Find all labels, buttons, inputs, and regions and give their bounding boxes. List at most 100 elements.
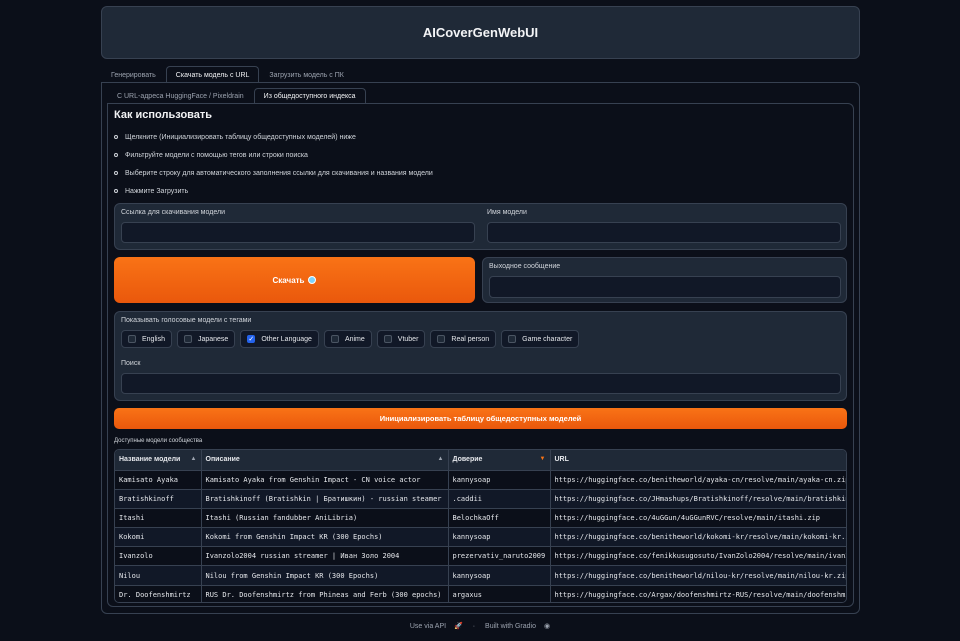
tab-from-url[interactable]: С URL-адреса HuggingFace / Pixeldrain [107, 88, 254, 104]
table-cell[interactable]: Nilou from Genshin Impact KR (300 Epochs… [201, 565, 449, 586]
table-cell[interactable]: https://huggingface.co/Argax/doofenshmir… [550, 585, 846, 602]
howto-steps: Щелкните (Инициализировать таблицу общед… [114, 128, 433, 200]
table-cell[interactable]: argaxus [448, 585, 551, 602]
table-row[interactable]: Dr. Doofenshmirtz RUS Dr. Doofenshmirtz f… [115, 585, 846, 602]
table-cell[interactable]: https://huggingface.co/JHmashups/Bratish… [550, 489, 846, 509]
checkbox-icon[interactable] [128, 335, 136, 343]
table-cell[interactable]: https://huggingface.co/benitheworld/ayak… [550, 470, 846, 490]
table-cell[interactable]: Ivanzolo [115, 546, 202, 567]
table-cell[interactable]: Bratishkinoff (Bratishkin | Братишкин) -… [201, 489, 449, 509]
search-label: Поиск [121, 360, 141, 367]
howto-step: Фильтруйте модели с помощью тегов или ст… [114, 146, 433, 164]
table-row[interactable]: Nilou Nilou from Genshin Impact KR (300 E… [115, 565, 846, 586]
search-input[interactable] [121, 373, 841, 394]
table-cell[interactable]: Kokomi from Genshin Impact KR (300 Epoch… [201, 527, 449, 548]
checkbox-checked-icon[interactable]: ✓ [247, 335, 256, 343]
tag-label: Game character [522, 335, 573, 343]
table-cell[interactable]: Itashi [115, 508, 202, 529]
table-cell[interactable]: kannysoap [448, 565, 551, 586]
tab-upload-pc[interactable]: Загрузить модель с ПК [259, 66, 353, 83]
tag-label: English [142, 335, 165, 343]
bullet-icon [114, 153, 118, 157]
table-cell[interactable]: Ivanzolo2004 russian streamer | Иван Зол… [201, 546, 449, 567]
tag-game-character[interactable]: Game character [501, 330, 580, 348]
table-cell[interactable]: BelochkaOff [448, 508, 551, 529]
table-cell[interactable]: kannysoap [448, 527, 551, 548]
app-title: AICoverGenWebUI [422, 25, 539, 40]
table-row[interactable]: Itashi Itashi (Russian fandubber AniLibri… [115, 508, 846, 529]
init-table-button[interactable]: Инициализировать таблицу общедоступных м… [114, 408, 847, 429]
tag-japanese[interactable]: Japanese [176, 330, 236, 348]
tab-download-url[interactable]: Скачать модель с URL [165, 66, 260, 83]
download-button-label: Скачать [272, 275, 305, 285]
header-description[interactable]: Описание ▲ [201, 450, 449, 471]
checkbox-icon[interactable] [383, 335, 392, 343]
sort-up-icon[interactable]: ▲ [438, 456, 444, 462]
table-cell[interactable]: https://huggingface.co/benitheworld/nilo… [550, 565, 846, 586]
howto-step: Выберите строку для автоматического запо… [114, 164, 433, 182]
howto-title: Как использовать [114, 109, 213, 121]
rocket-icon: 🚀 [454, 623, 463, 630]
table-cell[interactable]: Kokomi [115, 527, 202, 548]
table-row[interactable]: Kokomi Kokomi from Genshin Impact KR (300… [115, 527, 846, 548]
main-tabs: Генерировать Скачать модель с URL Загруз… [101, 66, 860, 83]
table-cell[interactable]: https://huggingface.co/benitheworld/koko… [550, 527, 846, 548]
tag-label: Japanese [197, 335, 229, 343]
gradio-link[interactable]: Built with Gradio [485, 623, 536, 630]
model-name-input[interactable] [487, 222, 841, 243]
output-label: Выходное сообщение [489, 263, 561, 270]
header-url[interactable]: URL [550, 450, 846, 471]
tab-generate[interactable]: Генерировать [101, 66, 166, 83]
tag-label: Vtuber [397, 335, 419, 343]
step-text: Нажмите Загрузить [125, 187, 189, 195]
header-label: Название модели [119, 456, 181, 464]
footer-separator: · [472, 623, 476, 630]
app-header: AICoverGenWebUI [101, 6, 860, 59]
sort-up-icon[interactable]: ▲ [191, 456, 197, 462]
checkbox-icon[interactable] [183, 335, 192, 343]
footer: Use via API 🚀 · Built with Gradio ◉ [0, 622, 960, 630]
tag-label: Other Language [261, 335, 312, 343]
header-model-name[interactable]: Название модели ▲ [115, 450, 202, 471]
howto-step: Щелкните (Инициализировать таблицу общед… [114, 128, 433, 146]
tag-label: Real person [451, 335, 490, 343]
table-cell[interactable]: Dr. Doofenshmirtz [115, 585, 202, 602]
table-cell[interactable]: Kamisato Ayaka from Genshin Impact - CN … [201, 470, 449, 490]
tab-public-index[interactable]: Из общедоступного индекса [253, 88, 366, 104]
table-cell[interactable]: Kamisato Ayaka [115, 470, 202, 490]
model-name-label: Имя модели [487, 209, 527, 216]
table-cell[interactable]: Itashi (Russian fandubber AniLibria) [201, 508, 449, 529]
tag-real-person[interactable]: Real person [430, 330, 497, 348]
table-row[interactable]: Ivanzolo Ivanzolo2004 russian streamer | … [115, 546, 846, 567]
tag-english[interactable]: English [121, 330, 172, 348]
table-cell[interactable]: https://huggingface.co/fenikkusugosuto/I… [550, 546, 846, 567]
table-cell[interactable]: kannysoap [448, 470, 551, 490]
step-text: Выберите строку для автоматического запо… [125, 169, 433, 177]
table-cell[interactable]: prezervativ_naruto2009 [448, 546, 551, 567]
step-text: Фильтруйте модели с помощью тегов или ст… [125, 151, 308, 159]
table-row[interactable]: Bratishkinoff Bratishkinoff (Bratishkin |… [115, 489, 846, 509]
table-cell[interactable]: .caddii [448, 489, 551, 509]
table-cell[interactable]: Nilou [115, 565, 202, 586]
api-link[interactable]: Use via API [410, 623, 446, 630]
table-cell[interactable]: RUS Dr. Doofenshmirtz from Phineas and F… [201, 585, 449, 602]
table-row[interactable]: Kamisato Ayaka Kamisato Ayaka from Genshi… [115, 470, 846, 490]
tag-vtuber[interactable]: Vtuber [376, 330, 426, 348]
checkbox-icon[interactable] [437, 335, 446, 343]
bullet-icon [114, 171, 118, 175]
tag-label: Anime [344, 335, 365, 343]
sub-tabs: С URL-адреса HuggingFace / Pixeldrain Из… [107, 88, 854, 104]
sort-down-icon[interactable]: ▼ [540, 456, 546, 462]
table-cell[interactable]: Bratishkinoff [115, 489, 202, 509]
checkbox-icon[interactable] [508, 335, 517, 343]
header-trust[interactable]: Доверие ▼ [448, 450, 551, 471]
download-link-input[interactable] [121, 222, 475, 243]
checkbox-icon[interactable] [330, 335, 339, 343]
tag-anime[interactable]: Anime [323, 330, 372, 348]
models-table: Название модели ▲ Описание ▲ Доверие ▼ URL … [114, 449, 847, 603]
tag-other-language[interactable]: ✓ Other Language [240, 330, 319, 348]
howto-step: Нажмите Загрузить [114, 182, 433, 200]
table-cell[interactable]: https://huggingface.co/4uGGun/4uGGunRVC/… [550, 508, 846, 529]
loading-icon [308, 276, 317, 284]
download-button[interactable]: Скачать [114, 257, 475, 303]
